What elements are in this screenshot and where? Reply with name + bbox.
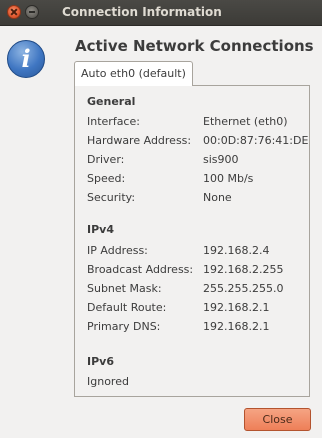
default-route-label: Default Route:	[87, 301, 167, 314]
speed-value: 100 Mb/s	[203, 172, 254, 185]
interface-label: Interface:	[87, 115, 140, 128]
hardware-address-value: 00:0D:87:76:41:DE	[203, 134, 309, 147]
ip-address-value: 192.168.2.4	[203, 244, 270, 257]
section-general-title: General	[87, 95, 136, 108]
info-icon-glyph: i	[21, 44, 31, 73]
page-title: Active Network Connections	[75, 37, 314, 55]
connection-info-window: Connection Information i Active Network …	[0, 0, 322, 438]
subnet-mask-label: Subnet Mask:	[87, 282, 162, 295]
connection-details-panel	[74, 85, 310, 397]
security-label: Security:	[87, 191, 136, 204]
primary-dns-value: 192.168.2.1	[203, 320, 270, 333]
close-button[interactable]: Close	[244, 408, 311, 431]
driver-value: sis900	[203, 153, 239, 166]
window-title: Connection Information	[62, 5, 222, 19]
interface-value: Ethernet (eth0)	[203, 115, 288, 128]
window-minimize-icon[interactable]	[25, 5, 39, 19]
default-route-value: 192.168.2.1	[203, 301, 270, 314]
subnet-mask-value: 255.255.255.0	[203, 282, 284, 295]
section-ipv6-title: IPv6	[87, 355, 114, 368]
broadcast-address-label: Broadcast Address:	[87, 263, 194, 276]
hardware-address-label: Hardware Address:	[87, 134, 192, 147]
section-ipv4-title: IPv4	[87, 223, 114, 236]
speed-label: Speed:	[87, 172, 126, 185]
window-close-icon[interactable]	[7, 5, 21, 19]
ipv6-status: Ignored	[87, 375, 129, 388]
primary-dns-label: Primary DNS:	[87, 320, 161, 333]
broadcast-address-value: 192.168.2.255	[203, 263, 284, 276]
title-bar[interactable]: Connection Information	[0, 0, 322, 26]
ip-address-label: IP Address:	[87, 244, 148, 257]
driver-label: Driver:	[87, 153, 125, 166]
info-icon: i	[7, 40, 45, 78]
tab-auto-eth0[interactable]: Auto eth0 (default)	[74, 61, 193, 86]
security-value: None	[203, 191, 232, 204]
